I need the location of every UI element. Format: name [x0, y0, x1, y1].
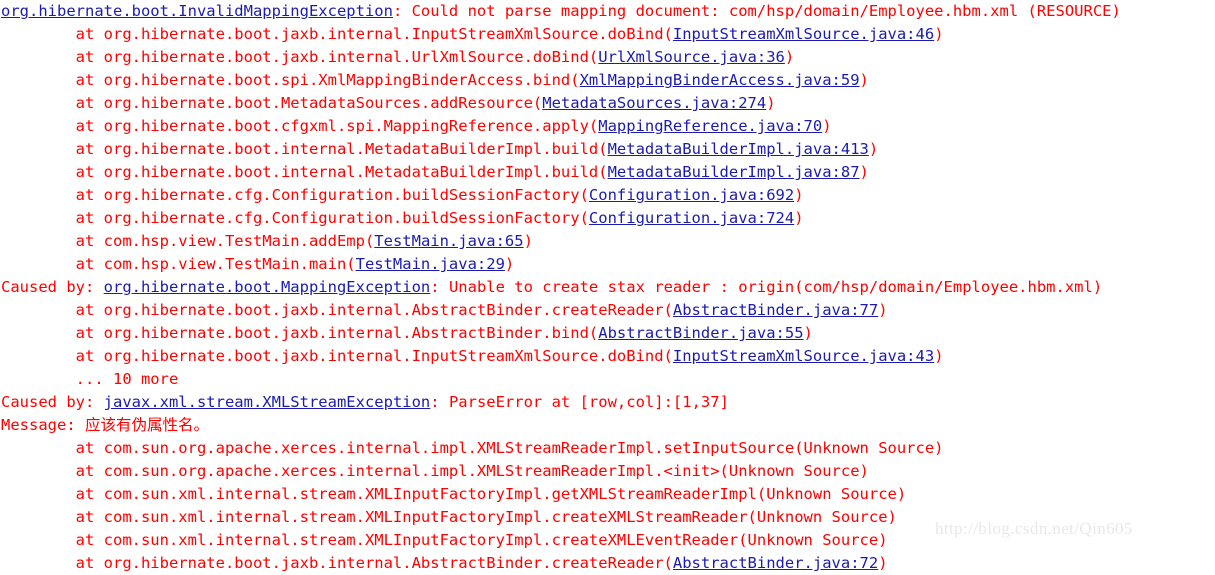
stacktrace-link[interactable]: AbstractBinder.java:77 [673, 301, 878, 319]
stacktrace-text: at org.hibernate.boot.jaxb.internal.Abst… [1, 554, 673, 572]
stacktrace-text: ) [803, 324, 813, 342]
stacktrace-link[interactable]: org.hibernate.boot.InvalidMappingExcepti… [1, 2, 393, 20]
stacktrace-text: at org.hibernate.boot.internal.MetadataB… [1, 140, 608, 158]
stacktrace-link[interactable]: AbstractBinder.java:55 [598, 324, 803, 342]
stacktrace-text: at org.hibernate.cfg.Configuration.build… [1, 209, 589, 227]
stacktrace-line: at org.hibernate.boot.jaxb.internal.Abst… [0, 299, 1215, 322]
stacktrace-text: ) [859, 71, 869, 89]
stacktrace-line: at org.hibernate.boot.jaxb.internal.UrlX… [0, 46, 1215, 69]
stacktrace-line: at org.hibernate.boot.jaxb.internal.Inpu… [0, 345, 1215, 368]
stacktrace-link[interactable]: MetadataBuilderImpl.java:87 [608, 163, 860, 181]
stacktrace-text: ) [934, 25, 944, 43]
stacktrace-text: ) [766, 94, 776, 112]
stacktrace-line: at com.hsp.view.TestMain.main(TestMain.j… [0, 253, 1215, 276]
stacktrace-line: at com.sun.xml.internal.stream.XMLInputF… [0, 529, 1215, 552]
stacktrace-line: at org.hibernate.boot.internal.MetadataB… [0, 161, 1215, 184]
stacktrace-line: Caused by: javax.xml.stream.XMLStreamExc… [0, 391, 1215, 414]
stacktrace-text: at com.sun.xml.internal.stream.XMLInputF… [1, 508, 897, 526]
stacktrace-link[interactable]: TestMain.java:29 [356, 255, 505, 273]
stacktrace-line: at org.hibernate.cfg.Configuration.build… [0, 184, 1215, 207]
stacktrace-line: at com.sun.xml.internal.stream.XMLInputF… [0, 483, 1215, 506]
stacktrace-line: at org.hibernate.boot.MetadataSources.ad… [0, 92, 1215, 115]
stacktrace-line: at org.hibernate.cfg.Configuration.build… [0, 207, 1215, 230]
stacktrace-text: at com.sun.xml.internal.stream.XMLInputF… [1, 531, 888, 549]
stacktrace-text: Caused by: [1, 278, 104, 296]
stacktrace-text: ... 10 more [1, 370, 179, 388]
stacktrace-text: at org.hibernate.boot.jaxb.internal.Abst… [1, 324, 599, 342]
stacktrace-text: ) [794, 186, 804, 204]
stacktrace-link[interactable]: MetadataBuilderImpl.java:413 [608, 140, 869, 158]
stacktrace-console-output: org.hibernate.boot.InvalidMappingExcepti… [0, 0, 1215, 572]
stacktrace-line: at org.hibernate.boot.jaxb.internal.Abst… [0, 552, 1215, 575]
stacktrace-link[interactable]: InputStreamXmlSource.java:46 [673, 25, 934, 43]
stacktrace-text: ) [504, 255, 515, 273]
stacktrace-text: at org.hibernate.boot.MetadataSources.ad… [1, 94, 543, 112]
stacktrace-text: at com.hsp.view.TestMain.addEmp( [1, 232, 375, 250]
stacktrace-line: at com.sun.org.apache.xerces.internal.im… [0, 460, 1215, 483]
stacktrace-text: ) [878, 301, 888, 319]
stacktrace-text: ) [868, 140, 879, 158]
stacktrace-link[interactable]: MetadataSources.java:274 [542, 94, 766, 112]
stacktrace-text: Message: 应该有伪属性名。 [1, 416, 209, 434]
stacktrace-text: : Could not parse mapping document: com/… [392, 2, 1121, 20]
stacktrace-line: at com.sun.org.apache.xerces.internal.im… [0, 437, 1215, 460]
stacktrace-line: at org.hibernate.boot.spi.XmlMappingBind… [0, 69, 1215, 92]
stacktrace-text: at com.hsp.view.TestMain.main( [1, 255, 356, 273]
stacktrace-link[interactable]: AbstractBinder.java:72 [673, 554, 878, 572]
stacktrace-line: at com.hsp.view.TestMain.addEmp(TestMain… [0, 230, 1215, 253]
stacktrace-line: at org.hibernate.boot.cfgxml.spi.Mapping… [0, 115, 1215, 138]
stacktrace-text: ) [934, 347, 944, 365]
stacktrace-link[interactable]: XmlMappingBinderAccess.java:59 [580, 71, 860, 89]
stacktrace-line: at com.sun.xml.internal.stream.XMLInputF… [0, 506, 1215, 529]
stacktrace-link[interactable]: UrlXmlSource.java:36 [598, 48, 785, 66]
stacktrace-text: at org.hibernate.boot.jaxb.internal.Abst… [1, 301, 673, 319]
stacktrace-link[interactable]: javax.xml.stream.XMLStreamException [104, 393, 431, 411]
stacktrace-link[interactable]: Configuration.java:724 [589, 209, 794, 227]
stacktrace-text: at org.hibernate.boot.jaxb.internal.UrlX… [1, 48, 599, 66]
stacktrace-line: org.hibernate.boot.InvalidMappingExcepti… [0, 0, 1215, 23]
stacktrace-text: at org.hibernate.boot.jaxb.internal.Inpu… [1, 25, 673, 43]
stacktrace-text: at com.sun.org.apache.xerces.internal.im… [1, 439, 944, 457]
stacktrace-text: Caused by: [1, 393, 104, 411]
stacktrace-line: Caused by: org.hibernate.boot.MappingExc… [0, 276, 1215, 299]
stacktrace-text: at org.hibernate.boot.cfgxml.spi.Mapping… [1, 117, 599, 135]
stacktrace-text: ) [859, 163, 869, 181]
stacktrace-text: at com.sun.org.apache.xerces.internal.im… [1, 462, 869, 480]
stacktrace-link[interactable]: InputStreamXmlSource.java:43 [673, 347, 934, 365]
stacktrace-line-list: org.hibernate.boot.InvalidMappingExcepti… [0, 0, 1215, 575]
stacktrace-link[interactable]: MappingReference.java:70 [598, 117, 822, 135]
stacktrace-text: ) [822, 117, 832, 135]
stacktrace-text: at com.sun.xml.internal.stream.XMLInputF… [1, 485, 907, 503]
stacktrace-line: at org.hibernate.boot.jaxb.internal.Inpu… [0, 23, 1215, 46]
stacktrace-text: at org.hibernate.boot.jaxb.internal.Inpu… [1, 347, 673, 365]
stacktrace-text: at org.hibernate.boot.spi.XmlMappingBind… [1, 71, 580, 89]
stacktrace-link[interactable]: org.hibernate.boot.MappingException [104, 278, 431, 296]
stacktrace-text: ) [878, 554, 888, 572]
stacktrace-text: : ParseError at [row,col]:[1,37] [430, 393, 729, 411]
stacktrace-line: ... 10 more [0, 368, 1215, 391]
stacktrace-text: ) [523, 232, 533, 250]
stacktrace-line: Message: 应该有伪属性名。 [0, 414, 1215, 437]
stacktrace-line: at org.hibernate.boot.jaxb.internal.Abst… [0, 322, 1215, 345]
stacktrace-text: ) [784, 48, 795, 66]
stacktrace-text: ) [794, 209, 804, 227]
stacktrace-text: at org.hibernate.boot.internal.MetadataB… [1, 163, 608, 181]
stacktrace-text: at org.hibernate.cfg.Configuration.build… [1, 186, 589, 204]
stacktrace-text: : Unable to create stax reader : origin(… [430, 278, 1103, 296]
stacktrace-link[interactable]: Configuration.java:692 [589, 186, 794, 204]
stacktrace-line: at org.hibernate.boot.internal.MetadataB… [0, 138, 1215, 161]
stacktrace-link[interactable]: TestMain.java:65 [374, 232, 523, 250]
